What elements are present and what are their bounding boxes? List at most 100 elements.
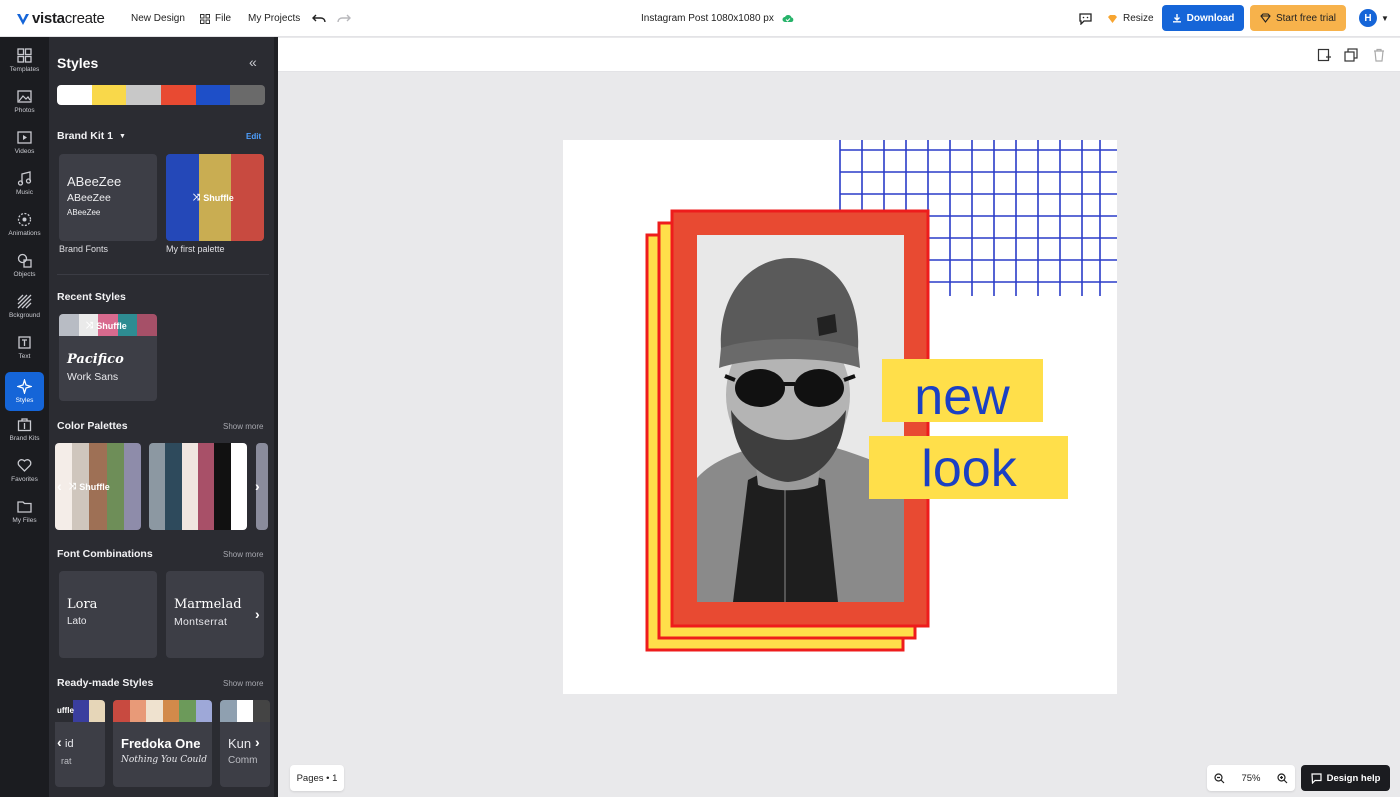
color-swatch [161, 85, 196, 105]
shuffle-button[interactable]: ⤨ Shuffle [86, 320, 127, 331]
carousel-next-button[interactable]: › [255, 478, 260, 494]
left-icon-rail: Templates Photos Videos Music Animations… [0, 37, 49, 797]
resize-label: Resize [1123, 13, 1154, 24]
palette-swatches [57, 85, 265, 105]
double-chevron-left-icon: « [249, 54, 257, 70]
rail-item-background[interactable]: Bckground [5, 287, 44, 326]
shuffle-label: Shuffle [203, 192, 234, 203]
shuffle-icon: ⤨ [193, 192, 201, 202]
zoom-out-icon[interactable] [1214, 772, 1225, 784]
rail-label: Brand Kits [9, 435, 40, 442]
resize-button[interactable]: Resize [1107, 0, 1154, 37]
top-bar: vista create New Design File My Projects … [0, 0, 1400, 37]
artboard-graphics: new look [645, 140, 1117, 652]
chevron-left-icon: ‹ [57, 734, 62, 750]
photos-icon [17, 90, 32, 103]
rail-item-text[interactable]: Text [5, 328, 44, 367]
font-combo-card[interactable]: Lora Lato [59, 571, 157, 658]
duplicate-icon[interactable] [1344, 48, 1358, 62]
pages-button[interactable]: Pages • 1 [290, 765, 344, 791]
trash-icon[interactable] [1372, 48, 1386, 62]
portrait-photo [697, 235, 904, 602]
shuffle-icon: ⤨ [69, 481, 77, 491]
rail-item-brand-kits[interactable]: Brand Kits [5, 410, 44, 449]
rail-item-videos[interactable]: Videos [5, 123, 44, 162]
ready-style-card[interactable]: Fredoka One Nothing You Could [113, 700, 212, 787]
color-swatch [195, 700, 212, 722]
ready-style-card[interactable]: uffle id rat [55, 700, 105, 787]
brand-fonts-card[interactable]: ABeeZee ABeeZee ABeeZee [59, 154, 157, 241]
avatar-initial: H [1364, 12, 1372, 24]
rail-item-my-files[interactable]: My Files [5, 492, 44, 531]
new-text[interactable]: new [914, 368, 1010, 426]
font-combo-heading: Marmelad [174, 597, 242, 612]
crown-gem-icon [1108, 14, 1117, 23]
color-palette-card[interactable] [149, 443, 247, 530]
color-swatch [179, 700, 196, 722]
font-combinations-show-more[interactable]: Show more [223, 550, 263, 559]
font-combo-card[interactable]: Marmelad Montserrat [166, 571, 264, 658]
download-button[interactable]: Download [1162, 5, 1244, 31]
color-palettes-show-more[interactable]: Show more [223, 422, 263, 431]
my-projects-label: My Projects [248, 13, 301, 24]
file-menu[interactable]: File [200, 0, 231, 37]
chevron-right-icon: › [255, 606, 260, 622]
shuffle-button[interactable]: ⤨ Shuffle [193, 192, 234, 203]
start-trial-label: Start free trial [1275, 12, 1337, 24]
rail-item-styles[interactable]: Styles [5, 372, 44, 411]
account-dropdown[interactable]: ▼ [1381, 0, 1389, 37]
design-artboard[interactable]: new look [563, 140, 1117, 694]
ready-style-card[interactable]: Kun Comm [220, 700, 270, 787]
brand-kits-icon [17, 418, 32, 432]
my-projects-link[interactable]: My Projects [248, 0, 300, 37]
panel-scrollbar[interactable] [274, 37, 278, 797]
comment-button[interactable] [1079, 0, 1092, 37]
rail-item-favorites[interactable]: Favorites [5, 451, 44, 490]
look-text[interactable]: look [921, 440, 1017, 498]
rail-label: Text [18, 353, 31, 360]
rail-item-objects[interactable]: Objects [5, 246, 44, 285]
recent-style-card[interactable]: ⤨ Shuffle Pacifico Work Sans [59, 314, 157, 401]
carousel-prev-button[interactable]: ‹ [57, 478, 62, 494]
color-swatch [195, 85, 231, 105]
brand-palette-card[interactable]: ⤨ Shuffle [166, 154, 264, 241]
carousel-next-button[interactable]: › [255, 606, 260, 622]
rail-label: Videos [14, 148, 35, 155]
avatar[interactable]: H [1359, 9, 1377, 27]
ready-made-show-more[interactable]: Show more [223, 679, 263, 688]
carousel-prev-button[interactable]: ‹ [57, 734, 62, 750]
add-page-icon[interactable] [1317, 48, 1331, 62]
color-swatch [126, 85, 162, 105]
recent-font-heading: Pacifico [67, 352, 124, 367]
new-design-menu[interactable]: New Design [131, 0, 185, 37]
start-trial-button[interactable]: Start free trial [1250, 5, 1346, 31]
swatch [89, 700, 105, 722]
vistacreate-logo[interactable]: vista create [16, 0, 105, 37]
recent-styles-title: Recent Styles [57, 291, 126, 303]
design-help-button[interactable]: Design help [1301, 765, 1390, 791]
rail-item-music[interactable]: Music [5, 164, 44, 203]
rail-item-templates[interactable]: Templates [5, 41, 44, 80]
favorites-icon [17, 459, 32, 472]
undo-button[interactable] [312, 0, 327, 37]
logo-text-thin: create [64, 10, 105, 27]
color-swatch [236, 700, 254, 722]
brand-kit-edit-link[interactable]: Edit [246, 132, 261, 141]
rail-item-animations[interactable]: Animations [5, 205, 44, 244]
shuffle-button[interactable]: ⤨ Shuffle [69, 481, 110, 492]
zoom-in-icon[interactable] [1277, 772, 1288, 784]
color-palette-card[interactable]: ⤨ Shuffle [55, 443, 141, 530]
collapse-panel-button[interactable]: « [249, 54, 257, 70]
document-title[interactable]: Instagram Post 1080x1080 px [641, 0, 794, 37]
brand-kit-selector[interactable]: Brand Kit 1 ▼ [57, 130, 126, 142]
design-help-label: Design help [1326, 772, 1381, 784]
palette-strip[interactable] [57, 85, 265, 105]
zoom-level[interactable]: 75% [1241, 773, 1260, 784]
shuffle-label: Shuffle [79, 481, 110, 492]
rail-item-photos[interactable]: Photos [5, 82, 44, 121]
carousel-next-button[interactable]: › [255, 734, 260, 750]
zoom-control: 75% [1207, 765, 1295, 791]
ready-style-body: Nothing You Could [121, 755, 207, 765]
redo-button[interactable] [336, 0, 351, 37]
ready-style-heading: Fredoka One [121, 736, 201, 751]
